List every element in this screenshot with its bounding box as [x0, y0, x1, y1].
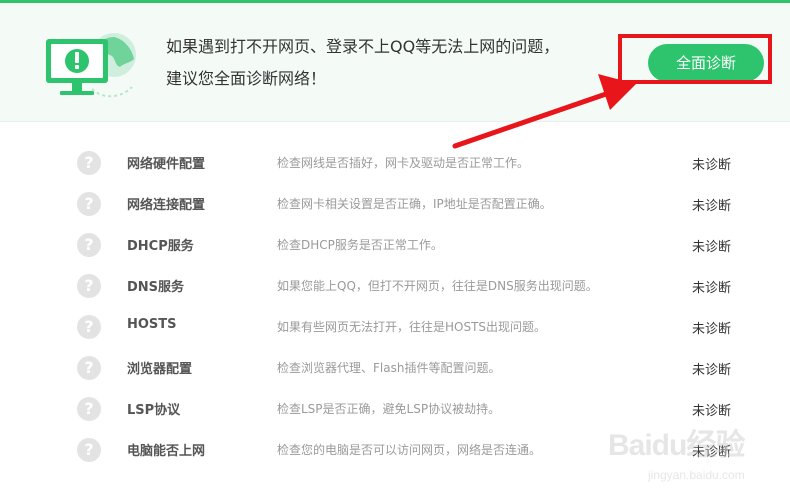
diagnosis-item-list: ? 网络硬件配置 检查网线是否插好，网卡及驱动是否正常工作。 未诊断 ? 网络连… — [0, 142, 790, 470]
item-status: 未诊断 — [692, 404, 732, 419]
diagnosis-row-hosts: ? HOSTS 如果有些网页无法打开，往往是HOSTS出现问题。 未诊断 — [0, 306, 790, 347]
diagnosis-row-browser: ? 浏览器配置 检查浏览器代理、Flash插件等配置问题。 未诊断 — [0, 347, 790, 388]
diagnosis-row-dns: ? DNS服务 如果您能上QQ，但打不开网页，往往是DNS服务出现问题。 未诊断 — [0, 265, 790, 306]
item-status: 未诊断 — [692, 281, 732, 296]
question-icon: ? — [77, 233, 101, 257]
banner-line-1: 如果遇到打不开网页、登录不上QQ等无法上网的问题， — [166, 37, 560, 56]
item-name: 网络硬件配置 — [127, 157, 206, 172]
question-icon: ? — [77, 274, 101, 298]
item-name: 浏览器配置 — [127, 362, 193, 377]
diagnosis-row-connection: ? 网络连接配置 检查网卡相关设置是否正确，IP地址是否配置正确。 未诊断 — [0, 183, 790, 224]
item-status: 未诊断 — [692, 158, 732, 173]
item-name: DHCP服务 — [127, 239, 194, 254]
question-icon: ? — [77, 397, 101, 421]
item-name: 电脑能否上网 — [127, 444, 206, 459]
item-description: 检查DHCP服务是否正常工作。 — [277, 238, 443, 252]
item-status: 未诊断 — [692, 199, 732, 214]
item-description: 检查网卡相关设置是否正确，IP地址是否配置正确。 — [277, 197, 552, 211]
network-diagnosis-page: 如果遇到打不开网页、登录不上QQ等无法上网的问题， 建议您全面诊断网络！ 全面诊… — [0, 0, 790, 492]
item-description: 如果有些网页无法打开，往往是HOSTS出现问题。 — [277, 320, 547, 334]
diagnosis-row-dhcp: ? DHCP服务 检查DHCP服务是否正常工作。 未诊断 — [0, 224, 790, 265]
item-description: 检查浏览器代理、Flash插件等配置问题。 — [277, 361, 501, 375]
diagnosis-row-lsp: ? LSP协议 检查LSP是否正确，避免LSP协议被劫持。 未诊断 — [0, 388, 790, 429]
annotation-highlight-box — [618, 34, 772, 84]
item-name: HOSTS — [127, 317, 177, 332]
item-status: 未诊断 — [692, 240, 732, 255]
watermark-url-text: jingyan.baidu.com — [648, 468, 745, 482]
diagnosis-row-internet: ? 电脑能否上网 检查您的电脑是否可以访问网页，网络是否连通。 未诊断 — [0, 429, 790, 470]
diagnosis-row-hardware: ? 网络硬件配置 检查网线是否插好，网卡及驱动是否正常工作。 未诊断 — [0, 142, 790, 183]
item-status: 未诊断 — [692, 322, 732, 337]
item-status: 未诊断 — [692, 363, 732, 378]
question-icon: ? — [77, 151, 101, 175]
question-icon: ? — [77, 356, 101, 380]
item-description: 检查网线是否插好，网卡及驱动是否正常工作。 — [277, 156, 530, 170]
computer-globe-warning-icon — [46, 33, 136, 98]
banner-message: 如果遇到打不开网页、登录不上QQ等无法上网的问题， 建议您全面诊断网络！ — [166, 31, 559, 95]
item-status: 未诊断 — [692, 445, 732, 460]
question-icon: ? — [77, 192, 101, 216]
item-name: LSP协议 — [127, 403, 181, 418]
item-name: DNS服务 — [127, 280, 185, 295]
item-name: 网络连接配置 — [127, 198, 206, 213]
banner-line-2: 建议您全面诊断网络！ — [166, 69, 327, 88]
question-icon: ? — [77, 438, 101, 462]
question-icon: ? — [77, 315, 101, 339]
item-description: 检查LSP是否正确，避免LSP协议被劫持。 — [277, 402, 501, 416]
item-description: 如果您能上QQ，但打不开网页，往往是DNS服务出现问题。 — [277, 279, 598, 293]
item-description: 检查您的电脑是否可以访问网页，网络是否连通。 — [277, 443, 542, 457]
